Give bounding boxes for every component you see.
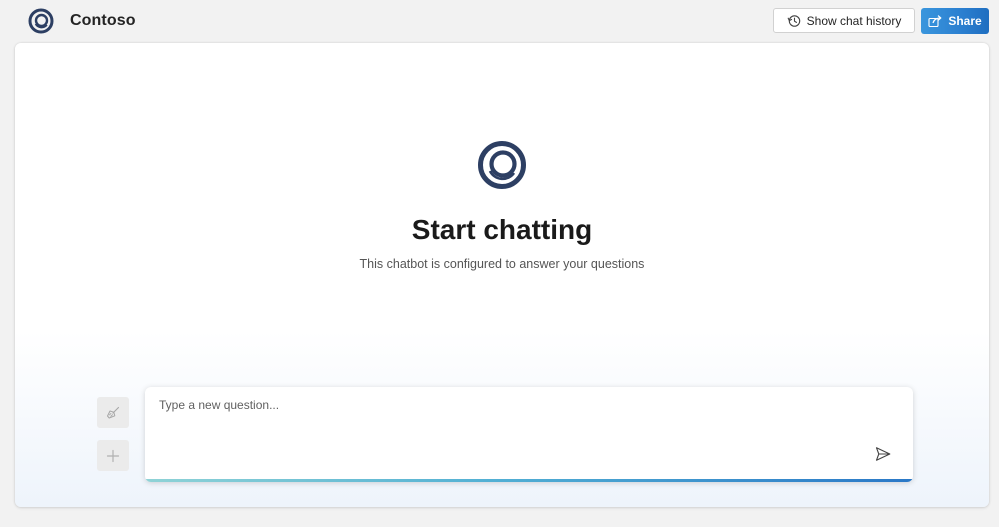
start-chatting-title: Start chatting xyxy=(411,214,593,245)
app-window: Contoso Show chat history Share Start ch… xyxy=(0,0,999,527)
chat-panel: Start chatting This chatbot is configure… xyxy=(15,43,989,507)
show-chat-history-label: Show chat history xyxy=(806,13,902,28)
history-icon xyxy=(787,14,801,28)
contoso-hero-logo-icon xyxy=(478,141,526,189)
top-header: Contoso Show chat history Share xyxy=(0,0,999,43)
share-label: Share xyxy=(948,14,982,28)
contoso-logo-icon xyxy=(28,8,54,34)
send-icon xyxy=(875,447,891,461)
composer-accent-bar xyxy=(145,479,913,482)
new-chat-button[interactable] xyxy=(97,440,129,471)
show-chat-history-button[interactable]: Show chat history xyxy=(773,8,915,33)
clear-chat-button[interactable] xyxy=(97,397,129,428)
share-icon xyxy=(928,14,942,28)
question-composer xyxy=(145,387,913,482)
question-input[interactable] xyxy=(159,398,859,438)
brand-name: Contoso xyxy=(70,12,136,29)
start-chatting-subtitle: This chatbot is configured to answer you… xyxy=(359,257,645,271)
share-button[interactable]: Share xyxy=(921,8,989,34)
send-button[interactable] xyxy=(872,443,894,465)
plus-icon xyxy=(106,449,120,462)
broom-icon xyxy=(107,406,120,418)
